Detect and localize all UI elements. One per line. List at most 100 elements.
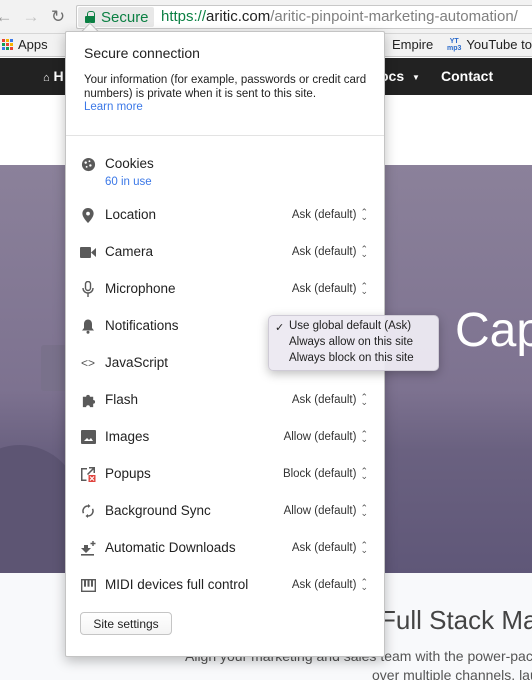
url-host: aritic.com: [206, 8, 271, 25]
bookmark-youtube-mp3[interactable]: YT mp3 YouTube to: [447, 37, 532, 52]
permission-value: Allow (default): [283, 431, 357, 443]
reload-icon: ↻: [50, 7, 66, 26]
site-settings-button[interactable]: Site settings: [80, 612, 172, 635]
connection-description: Your information (for example, passwords…: [84, 74, 367, 100]
popup-blocked-icon: [80, 466, 96, 482]
permission-value: Ask (default): [291, 542, 357, 554]
checkmark-icon: ✓: [275, 322, 285, 334]
image-icon: [80, 429, 96, 445]
nav-home-label: H: [53, 68, 64, 84]
camera-icon: [80, 244, 96, 260]
permission-select[interactable]: Ask (default) ⌃ ⌄: [291, 540, 368, 555]
url-scheme: https://: [161, 8, 207, 25]
yt-mp3-icon: YT mp3: [447, 38, 461, 52]
permission-midi: MIDI devices full control Ask (default) ⌃…: [66, 575, 384, 597]
permission-select[interactable]: Ask (default) ⌃ ⌄: [291, 207, 368, 222]
nav-contact[interactable]: Contact: [441, 68, 493, 84]
permission-label: Images: [105, 429, 150, 444]
permission-select[interactable]: Allow (default) ⌃ ⌄: [283, 503, 368, 518]
updown-chevron-icon: ⌃ ⌄: [360, 540, 368, 555]
home-icon: ⌂: [43, 72, 50, 84]
connection-title: Secure connection: [84, 45, 200, 61]
permission-label: Cookies: [105, 156, 154, 171]
secure-label: Secure: [101, 8, 149, 26]
permission-background-sync: Background Sync Allow (default) ⌃ ⌄: [66, 501, 384, 523]
permission-value: Ask (default): [291, 283, 357, 295]
permission-value: Ask (default): [291, 246, 357, 258]
bookmark-label: Empire: [392, 37, 434, 52]
cookie-icon: [80, 156, 96, 172]
apps-grid-icon: [2, 39, 13, 50]
permission-value: Ask (default): [291, 394, 357, 406]
divider: [66, 135, 384, 136]
updown-chevron-icon: ⌃ ⌄: [360, 503, 368, 518]
permission-popups: Popups Block (default) ⌃ ⌄: [66, 464, 384, 486]
cookies-in-use-link[interactable]: 60 in use: [105, 176, 152, 188]
permission-label: Notifications: [105, 318, 179, 333]
menu-option-always-block[interactable]: Always block on this site: [289, 352, 414, 364]
url-path: /aritic-pinpoint-marketing-automation/: [270, 8, 518, 25]
permission-value: Ask (default): [291, 209, 357, 221]
mp3-icon-text: mp3: [447, 44, 462, 52]
permission-label: JavaScript: [105, 355, 169, 370]
address-bar[interactable]: Secure https://aritic.com/aritic-pinpoin…: [76, 5, 532, 29]
permission-label: Location: [105, 207, 157, 222]
menu-option-global-default[interactable]: Use global default (Ask): [289, 320, 411, 332]
nav-contact-label: Contact: [441, 68, 494, 84]
section-text-line2: over multiple channels, laun: [372, 667, 532, 680]
microphone-icon: [80, 281, 96, 297]
lock-icon: [85, 11, 95, 23]
permission-select[interactable]: Allow (default) ⌃ ⌄: [283, 429, 368, 444]
permission-label: Camera: [105, 244, 154, 259]
permission-select[interactable]: Ask (default) ⌃ ⌄: [291, 281, 368, 296]
permission-label: Automatic Downloads: [105, 540, 236, 555]
bookmark-apps[interactable]: Apps: [2, 37, 48, 52]
bookmark-empire[interactable]: Empire: [392, 37, 433, 52]
permission-images: Images Allow (default) ⌃ ⌄: [66, 427, 384, 449]
menu-option-always-allow[interactable]: Always allow on this site: [289, 336, 413, 348]
code-icon: <>: [80, 356, 95, 370]
nav-docs[interactable]: ocs ▼: [380, 68, 420, 84]
nav-home[interactable]: ⌂ H: [43, 68, 64, 84]
permission-microphone: Microphone Ask (default) ⌃ ⌄: [66, 279, 384, 301]
updown-chevron-icon: ⌃ ⌄: [360, 207, 368, 222]
updown-chevron-icon: ⌃ ⌄: [360, 429, 368, 444]
permission-label: Background Sync: [105, 503, 211, 518]
learn-more-link[interactable]: Learn more: [84, 101, 143, 113]
bell-icon: [80, 318, 96, 334]
reload-button[interactable]: ↻: [48, 7, 68, 27]
location-pin-icon: [80, 207, 96, 223]
download-icon: [80, 540, 96, 556]
permission-automatic-downloads: Automatic Downloads Ask (default) ⌃ ⌄: [66, 538, 384, 560]
yt-icon-text: YT: [449, 37, 459, 45]
permission-select[interactable]: Block (default) ⌃ ⌄: [282, 467, 368, 481]
permission-value: Allow (default): [283, 505, 357, 517]
updown-chevron-icon: ⌃ ⌄: [360, 392, 368, 407]
back-button[interactable]: ←: [0, 7, 14, 27]
bookmark-label: Apps: [18, 37, 48, 52]
permission-cookies: Cookies 60 in use: [66, 154, 384, 188]
permission-select[interactable]: Ask (default) ⌃ ⌄: [291, 392, 368, 407]
permission-select[interactable]: Ask (default) ⌃ ⌄: [291, 577, 368, 592]
permission-label: MIDI devices full control: [105, 577, 249, 592]
puzzle-icon: [80, 392, 96, 408]
hero-title: Cap: [455, 304, 532, 357]
permission-select[interactable]: Ask (default) ⌃ ⌄: [291, 245, 368, 259]
updown-chevron-icon: ⌃ ⌄: [360, 281, 368, 296]
forward-button[interactable]: →: [21, 7, 41, 27]
arrow-left-icon: ←: [0, 7, 13, 26]
notifications-dropdown-menu: ✓ Use global default (Ask) Always allow …: [268, 315, 439, 371]
browser-toolbar: ← → ↻ Secure https://aritic.com/aritic-p…: [0, 0, 532, 34]
bookmark-label: YouTube to: [466, 37, 532, 52]
permission-camera: Camera Ask (default) ⌃ ⌄: [66, 242, 384, 264]
arrow-right-icon: →: [22, 7, 40, 26]
url-text[interactable]: https://aritic.com/aritic-pinpoint-marke…: [161, 8, 518, 25]
permission-value: Block (default): [282, 468, 357, 480]
permission-value: Ask (default): [291, 579, 357, 591]
permission-label: Microphone: [105, 281, 176, 296]
updown-chevron-icon: ⌃ ⌄: [360, 577, 368, 592]
section-title: Full Stack Ma: [380, 605, 532, 635]
permission-label: Flash: [105, 392, 139, 407]
permission-flash: Flash Ask (default) ⌃ ⌄: [66, 390, 384, 412]
caret-down-icon: ▼: [412, 72, 420, 82]
